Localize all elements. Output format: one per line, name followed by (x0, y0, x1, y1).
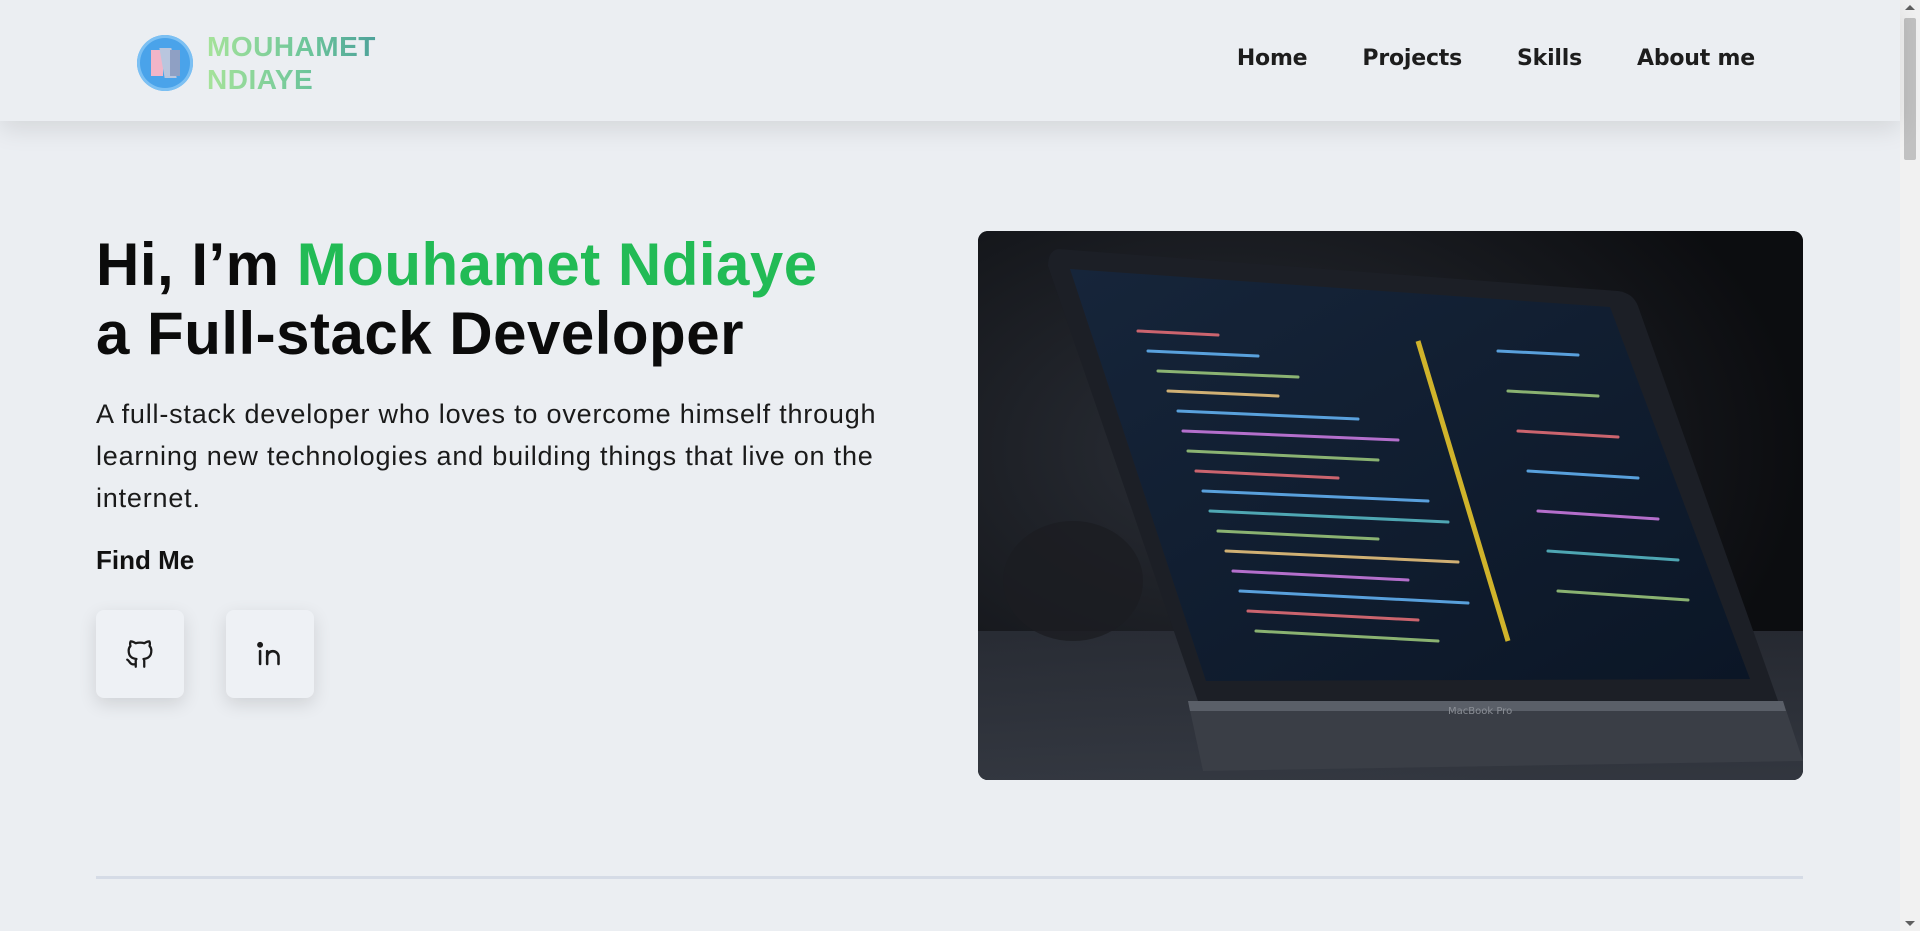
linkedin-button[interactable] (226, 610, 314, 698)
laptop-illustration: MacBook Pro (978, 231, 1803, 780)
hero-name: Mouhamet Ndiaye (296, 231, 818, 298)
hero-description: A full-stack developer who loves to over… (96, 399, 877, 513)
laptop-brand-text: MacBook Pro (1448, 706, 1512, 717)
scroll-down-arrow-icon[interactable] (1905, 921, 1915, 926)
nav-about-me[interactable]: About me (1637, 46, 1755, 71)
brand-name-line2: NDIAYE (207, 64, 314, 95)
linkedin-icon (257, 641, 280, 666)
hero-laptop-image: MacBook Pro (978, 231, 1803, 780)
nav-home[interactable]: Home (1237, 46, 1308, 71)
scroll-up-arrow-icon[interactable] (1905, 5, 1915, 10)
scrollbar-thumb[interactable] (1904, 18, 1916, 160)
section-divider (96, 876, 1803, 879)
brand-logo-link[interactable]: MOUHAMET NDIAYE (137, 30, 376, 96)
hero-title: Hi, I’m Mouhamet Ndiaye a Full-stack Dev… (96, 230, 818, 368)
page-scrollbar[interactable] (1900, 0, 1920, 931)
nav-skills[interactable]: Skills (1517, 46, 1582, 71)
brand-name: MOUHAMET NDIAYE (207, 30, 376, 96)
nav-projects[interactable]: Projects (1362, 46, 1462, 71)
github-button[interactable] (96, 610, 184, 698)
main-nav: Home Projects Skills About me (1237, 46, 1755, 71)
hero-role: a Full-stack Developer (96, 300, 744, 367)
github-icon (126, 640, 153, 668)
hero-greeting: Hi, I’m (96, 231, 297, 298)
site-header: MOUHAMET NDIAYE Home Projects Skills Abo… (0, 0, 1900, 121)
logo-icon (137, 35, 193, 91)
brand-name-line1: MOUHAMET (207, 31, 376, 62)
find-me-heading: Find Me (96, 545, 195, 575)
